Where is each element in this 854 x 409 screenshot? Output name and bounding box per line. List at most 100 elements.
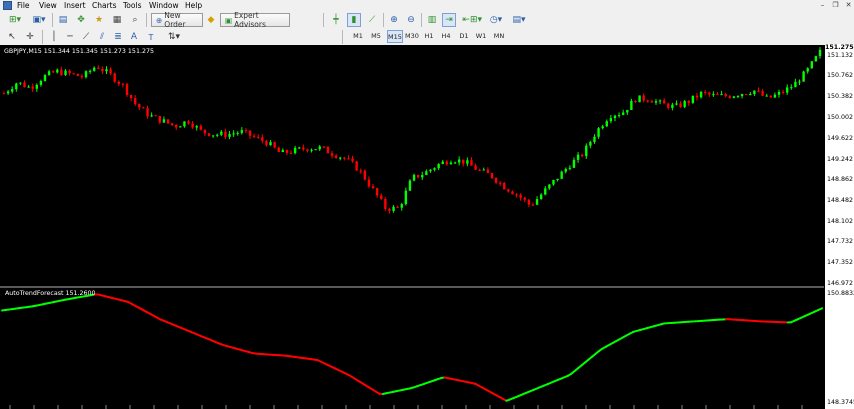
candle [392,205,395,213]
candle [429,169,432,173]
candle [638,95,641,103]
candle [740,93,744,99]
candle [708,91,711,98]
candle [400,202,403,211]
candle [109,67,112,76]
candle [113,72,116,83]
candle [125,82,129,97]
candle [765,93,768,97]
candle [412,173,416,182]
candle [257,134,260,139]
candle [72,72,75,75]
candle [675,100,678,106]
indicator-scale-label: 148.3745 [827,399,854,406]
candle [667,102,670,110]
candle [199,124,203,131]
candle [43,74,47,82]
candle [478,168,481,171]
candle [6,90,10,95]
candle [507,188,510,193]
candle [470,157,473,166]
candle [88,69,92,75]
candle [457,156,461,166]
candle [175,124,178,131]
candle [39,79,43,87]
candle [236,131,239,136]
candle [687,100,690,106]
candle [416,174,420,179]
candle [703,89,707,96]
candle [187,119,190,125]
candle [388,207,391,214]
candle [679,101,682,108]
candle [449,160,453,165]
candle [310,148,313,153]
candle [314,149,317,151]
candle [101,66,104,75]
candle [437,163,440,171]
candle [84,70,88,79]
price-label: 151.132 [827,51,854,59]
candle [351,155,354,163]
candle [265,139,268,147]
candle [695,92,699,101]
candle [646,99,649,103]
candle [404,187,408,206]
candle [195,125,198,131]
candle [47,69,51,76]
candle [326,145,330,154]
candle [466,157,469,167]
candle [117,80,121,87]
candle [134,95,137,106]
candle [269,139,272,146]
candle [322,146,326,149]
candle [330,150,334,159]
candle [154,114,157,117]
candle [146,105,149,119]
candle [425,169,428,176]
candle [519,193,522,201]
candle [609,114,613,124]
price-label: 148.482 [827,197,854,205]
candle [523,196,526,203]
candle [593,134,596,144]
candle [621,109,625,116]
candle [216,133,219,138]
candle [630,98,633,110]
candle [31,83,34,92]
candle [572,157,576,169]
candle [548,184,551,190]
candle [531,202,535,207]
candle [56,68,59,74]
candle [712,91,715,97]
indicator-line-segment [817,307,823,311]
candle [716,92,719,96]
candle [613,114,617,122]
candle [80,73,84,80]
candle [158,115,162,125]
candle [281,148,285,153]
candle [380,193,383,201]
candle [498,180,502,187]
candle [343,156,346,161]
candle [634,100,637,104]
price-label: 148.862 [827,176,854,184]
candle [810,60,813,69]
candle [744,93,748,96]
candle [240,127,244,135]
price-label: 150.002 [827,113,854,121]
candle [339,156,342,161]
candle [129,94,133,102]
price-chart [1,47,823,409]
candle [761,88,764,97]
candle [433,167,436,172]
candle [552,179,555,186]
candle [503,181,506,190]
candle [203,129,207,137]
candle [179,125,182,128]
candle [806,67,809,74]
candle [306,148,309,153]
candle [183,121,186,128]
candle [252,133,256,139]
candle [617,112,621,118]
